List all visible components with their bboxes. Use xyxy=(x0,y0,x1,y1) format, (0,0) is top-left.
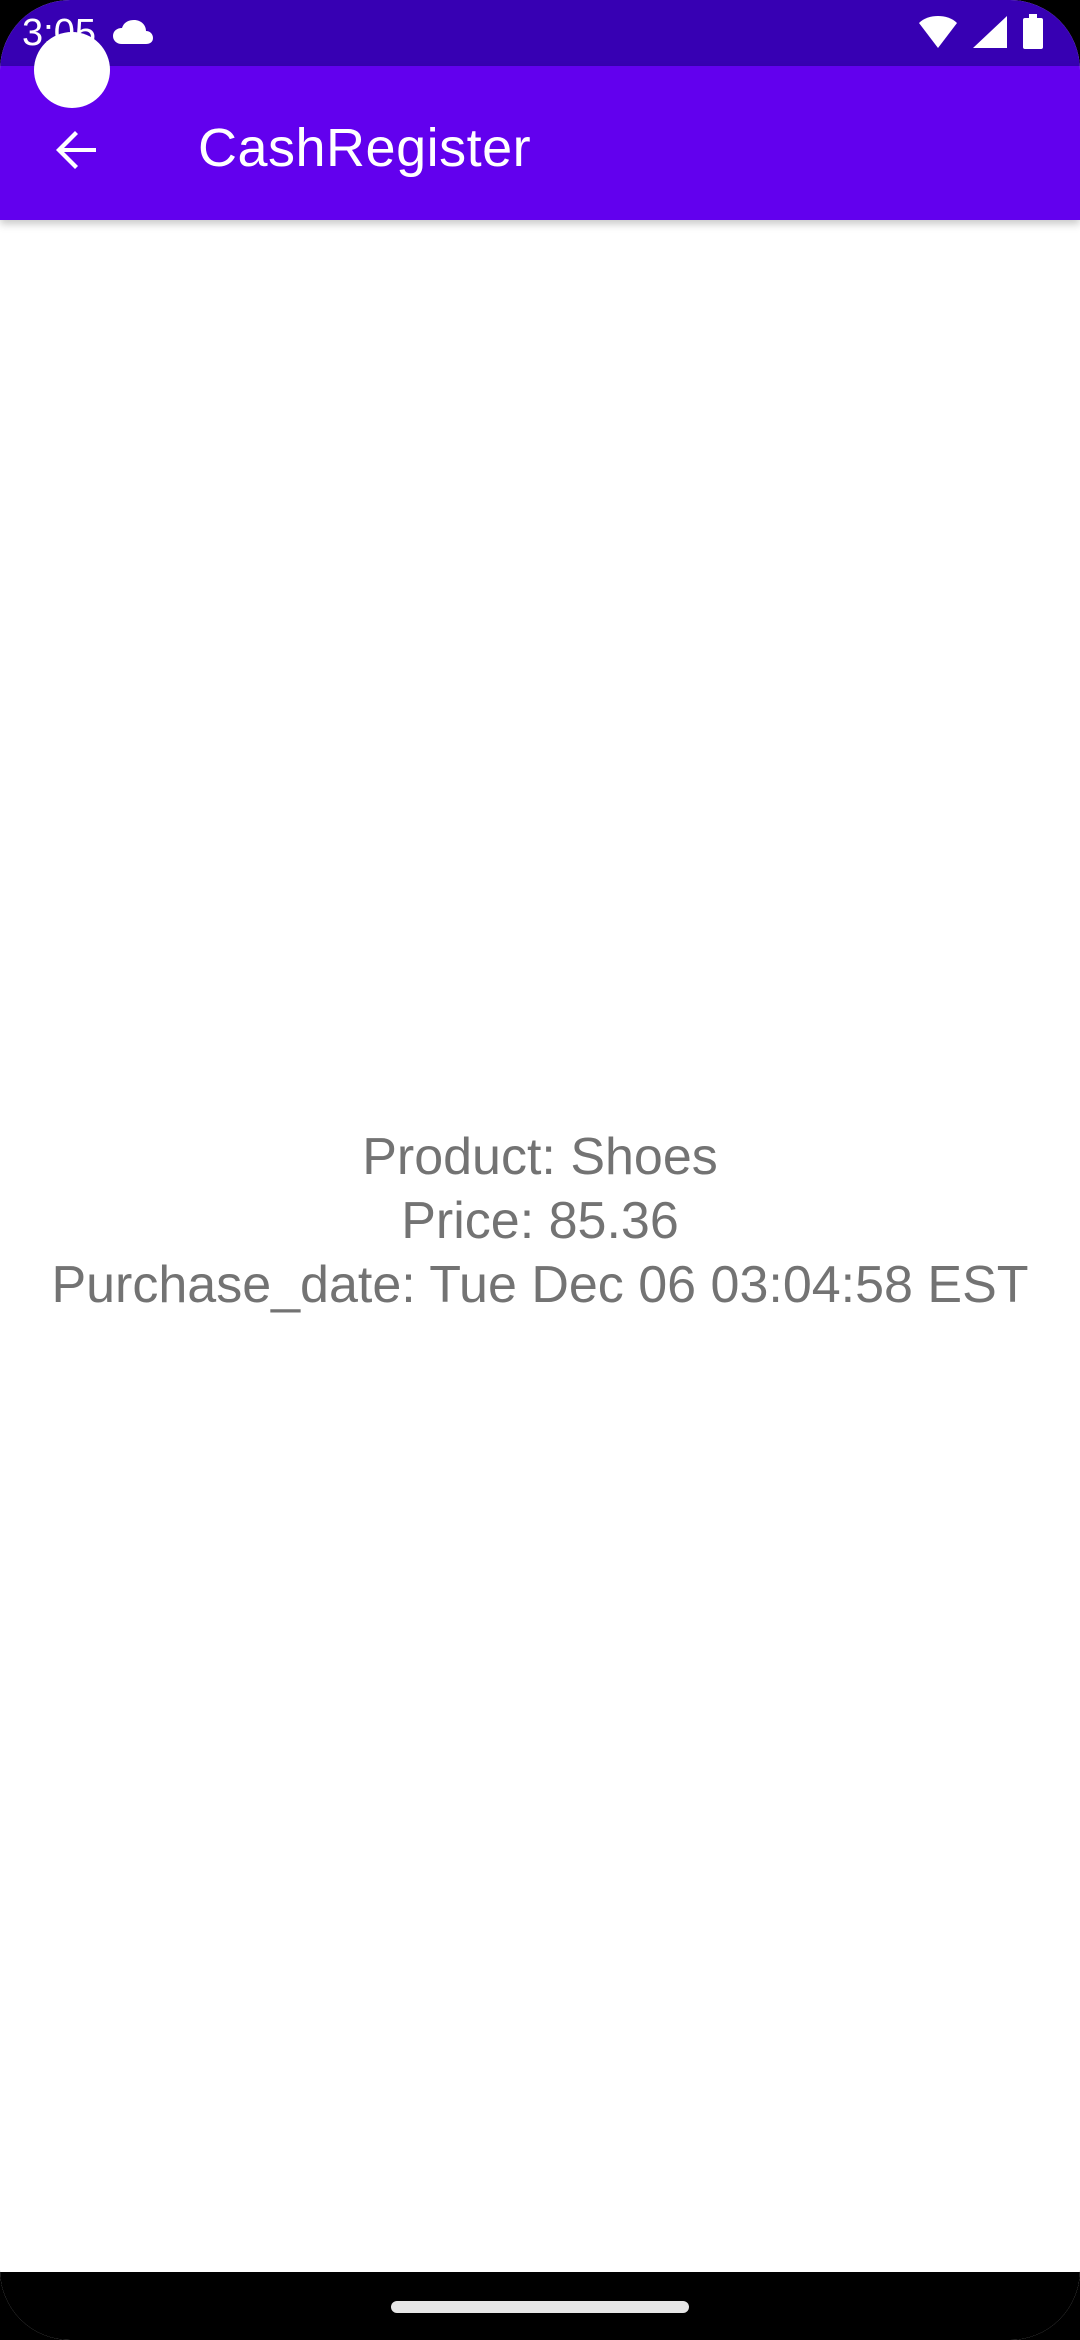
app-bar: CashRegister xyxy=(0,66,1080,220)
home-handle[interactable] xyxy=(391,2301,689,2313)
camera-cutout xyxy=(34,32,110,108)
navigation-bar xyxy=(0,2272,1080,2340)
arrow-back-icon xyxy=(56,131,96,169)
cloud-icon xyxy=(113,20,153,44)
product-text: Product: Shoes xyxy=(362,1128,718,1186)
status-bar: 3:05 xyxy=(0,0,1080,66)
back-button[interactable] xyxy=(36,110,116,190)
signal-icon xyxy=(973,16,1007,48)
price-text: Price: 85.36 xyxy=(401,1192,679,1250)
purchase-details: Product: Shoes Price: 85.36 Purchase_dat… xyxy=(51,1125,1028,1317)
purchase-date-text: Purchase_date: Tue Dec 06 03:04:58 EST xyxy=(51,1256,1029,1314)
content-area: Product: Shoes Price: 85.36 Purchase_dat… xyxy=(0,220,1080,2272)
screen: 3:05 CashRegister Product: Sh xyxy=(0,0,1080,2340)
battery-icon xyxy=(1023,14,1043,49)
wifi-icon xyxy=(919,16,957,48)
status-icons xyxy=(918,14,1044,50)
app-title: CashRegister xyxy=(198,118,532,178)
